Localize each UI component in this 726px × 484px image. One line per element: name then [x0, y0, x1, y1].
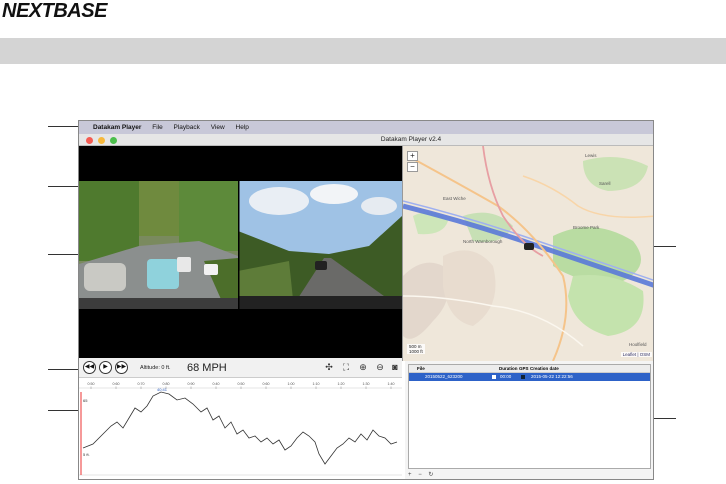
- playback-controls: ◀◀ ▶ ▶▶ Altitude: 0 ft. 68 MPH ✣ ⛶ ⊕ ⊖ ◙: [79, 358, 402, 378]
- fast-forward-button[interactable]: ▶▶: [115, 361, 128, 374]
- front-camera-view: [238, 181, 402, 309]
- file-list-buttons: + − ↻: [408, 471, 438, 478]
- rewind-button[interactable]: ◀◀: [83, 361, 96, 374]
- graph-top-label: 40:41: [157, 387, 168, 392]
- menu-help[interactable]: Help: [236, 124, 249, 131]
- callout-line: [48, 186, 80, 187]
- app-window: Datakam Player File Playback View Help D…: [78, 120, 654, 480]
- camera-icon[interactable]: ◙: [389, 361, 401, 374]
- file-checkbox[interactable]: [492, 375, 496, 379]
- file-row[interactable]: 20150522_623200 00:00 2015-05-22 12:22:5…: [409, 373, 650, 381]
- callout-line: [48, 410, 80, 411]
- map-tiles: [403, 146, 653, 361]
- altitude-graph[interactable]: 0:50 0:60 0:70 0:80 0:90 0:40 0:50 0:60 1:00 1:10…: [79, 378, 402, 479]
- file-table-header: File Duration GPS Creation date: [409, 365, 650, 373]
- col-gps[interactable]: GPS: [519, 365, 529, 373]
- file-duration: 00:00: [500, 374, 512, 379]
- map-place-label: Sarell: [599, 181, 611, 186]
- file-name: 20150522_623200: [425, 374, 463, 379]
- map-scale-imperial: 1000 ft: [409, 349, 423, 354]
- graph-tick-label: 0:60: [263, 382, 270, 386]
- menu-app-name[interactable]: Datakam Player: [93, 124, 141, 131]
- map-scale: 500 m 1000 ft: [407, 344, 425, 354]
- nextbase-logo: NEXTBASE: [2, 0, 107, 22]
- remove-file-button[interactable]: −: [418, 472, 422, 478]
- menu-playback[interactable]: Playback: [174, 124, 200, 131]
- map-attribution: Leaflet | OSM: [620, 352, 652, 357]
- col-file[interactable]: File: [417, 365, 425, 373]
- graph-tick-label: 0:50: [238, 382, 245, 386]
- play-button[interactable]: ▶: [99, 361, 112, 374]
- col-duration[interactable]: Duration: [499, 365, 518, 373]
- graph-tick-label: 0:90: [188, 382, 195, 386]
- graph-tick-label: 0:40: [213, 382, 220, 386]
- file-table: File Duration GPS Creation date 20150522…: [408, 364, 651, 469]
- add-file-button[interactable]: +: [408, 472, 412, 478]
- map-place-label: Hoolfield: [629, 342, 647, 347]
- graph-tick-label: 1:40: [388, 382, 395, 386]
- graph-tick-label: 0:50: [88, 382, 95, 386]
- gps-icon: [521, 375, 525, 379]
- menu-view[interactable]: View: [211, 124, 225, 131]
- move-icon[interactable]: ✣: [323, 361, 335, 374]
- graph-left-label-top: 65: [83, 398, 88, 403]
- page: NEXTBASE Datakam Player File Playback Vi…: [0, 0, 726, 484]
- title-bar: Datakam Player v2.4: [79, 134, 653, 146]
- file-created: 2015-05-22 12:22:56: [531, 374, 573, 379]
- map-panel[interactable]: + − East Wiche North Warnborough Broome …: [402, 146, 653, 361]
- callout-line: [48, 126, 80, 127]
- map-place-label: Lewis: [585, 153, 597, 158]
- graph-left-label-bottom: 5 ft.: [83, 452, 90, 457]
- refresh-icon[interactable]: ↻: [428, 472, 433, 478]
- altitude-graph-plot: 0:50 0:60 0:70 0:80 0:90 0:40 0:50 0:60 1:00 1:10…: [79, 378, 402, 479]
- zoom-out-icon[interactable]: ⊖: [374, 361, 386, 374]
- menu-file[interactable]: File: [152, 124, 162, 131]
- zoom-in-icon[interactable]: ⊕: [357, 361, 369, 374]
- callout-line: [48, 254, 80, 255]
- video-panel[interactable]: [79, 146, 402, 358]
- header-band: [0, 38, 726, 64]
- file-list-panel: File Duration GPS Creation date 20150522…: [405, 361, 653, 479]
- speed-readout: 68 MPH: [187, 362, 227, 374]
- map-place-label: Broome Park: [573, 225, 600, 230]
- graph-tick-label: 1:10: [313, 382, 320, 386]
- map-place-label: North Warnborough: [463, 239, 503, 244]
- fullscreen-icon[interactable]: ⛶: [340, 361, 352, 374]
- altitude-readout: Altitude: 0 ft.: [140, 365, 171, 371]
- graph-tick-label: 1:30: [363, 382, 370, 386]
- map-zoom-out-button[interactable]: −: [407, 162, 418, 172]
- rear-camera-view: [79, 181, 238, 309]
- map-zoom-in-button[interactable]: +: [407, 151, 418, 161]
- graph-tick-label: 0:70: [138, 382, 145, 386]
- callout-line: [48, 369, 80, 370]
- graph-tick-label: 1:00: [288, 382, 295, 386]
- menu-bar: Datakam Player File Playback View Help: [79, 121, 653, 134]
- graph-tick-label: 0:80: [163, 382, 170, 386]
- window-title: Datakam Player v2.4: [380, 136, 442, 143]
- graph-tick-label: 1:20: [338, 382, 345, 386]
- video-frames: [79, 146, 402, 358]
- graph-tick-label: 0:60: [113, 382, 120, 386]
- col-creation-date[interactable]: Creation date: [530, 365, 559, 373]
- map-place-label: East Wiche: [443, 196, 466, 201]
